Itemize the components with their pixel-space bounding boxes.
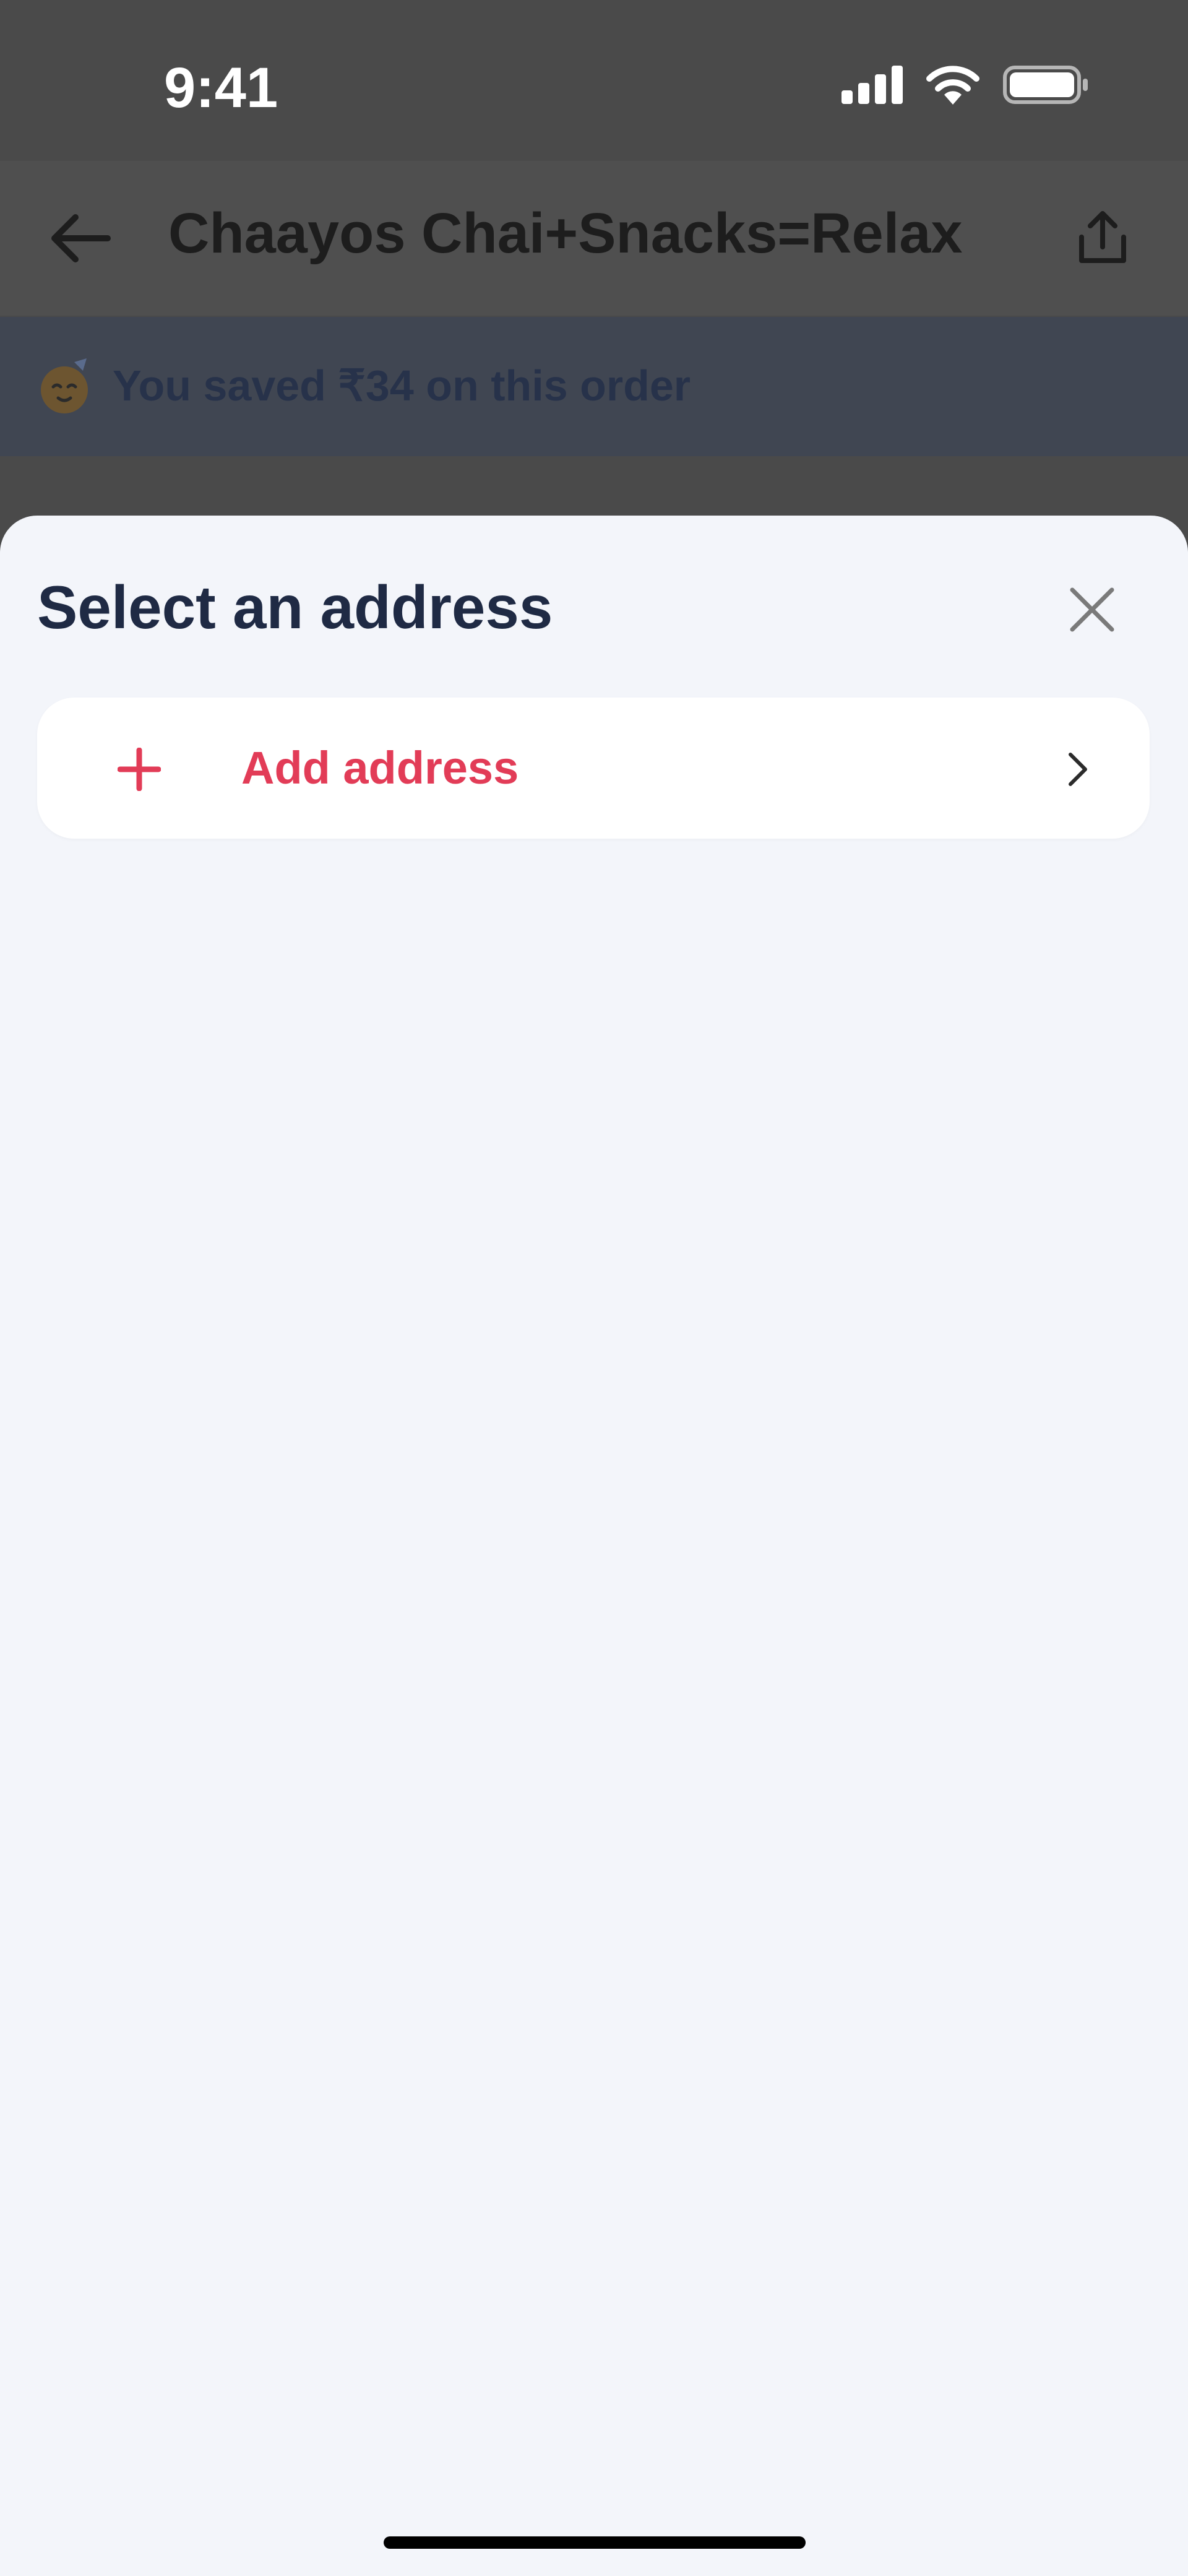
wifi-icon — [926, 66, 979, 105]
share-icon[interactable] — [1072, 207, 1134, 269]
close-icon[interactable] — [1067, 585, 1117, 634]
add-address-label: Add address — [241, 742, 519, 793]
status-bar: 9:41 — [0, 0, 1188, 161]
chevron-right-icon — [1069, 753, 1087, 786]
signal-icon — [842, 66, 903, 104]
home-indicator — [384, 2536, 806, 2549]
add-address-button[interactable] — [37, 698, 1150, 839]
battery-icon — [1003, 66, 1088, 104]
plus-icon — [118, 748, 161, 791]
celebration-emoji-icon — [41, 358, 88, 413]
savings-text: You saved ₹34 on this order — [113, 361, 691, 410]
page-title: Chaayos Chai+Snacks=Relax — [168, 202, 963, 265]
status-icons — [842, 65, 1089, 105]
arrow-left-icon[interactable] — [43, 201, 118, 275]
sheet-title: Select an address — [37, 573, 553, 641]
status-time: 9:41 — [164, 56, 278, 119]
